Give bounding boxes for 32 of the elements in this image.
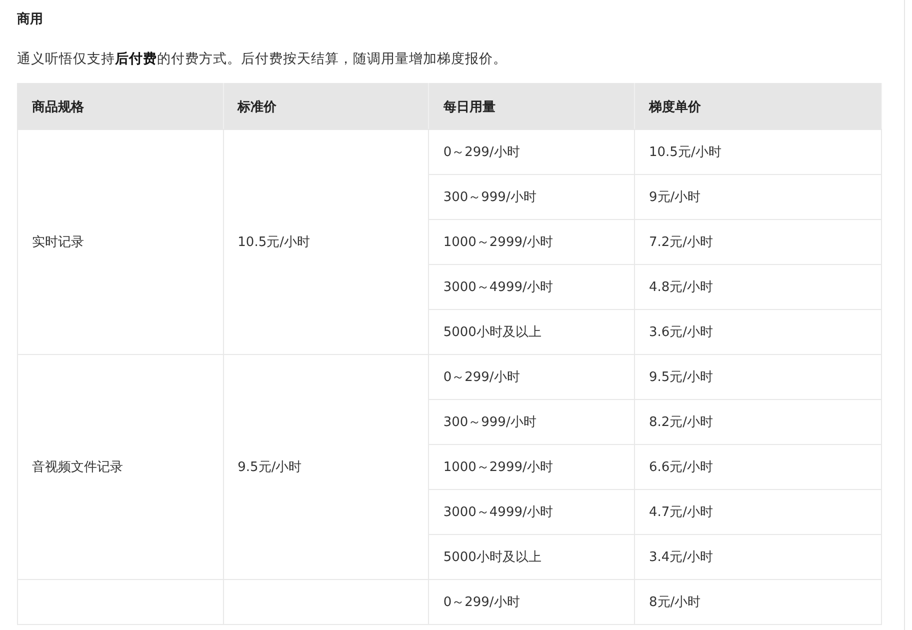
table-cell: 8.2元/小时 [634,400,882,444]
table-cell: 0～299/小时 [428,354,634,400]
table-cell: 4.7元/小时 [634,490,882,534]
table-cell: 9.5元/小时 [223,354,429,580]
table-cell: 4.8元/小时 [634,264,882,310]
table-cell: 9.5元/小时 [634,354,882,400]
table-cell: 1000～2999/小时 [428,220,634,264]
table-cell: 300～999/小时 [428,400,634,444]
table-cell: 3.6元/小时 [634,310,882,354]
table-cell: 3.4元/小时 [634,534,882,580]
table-cell: 5000小时及以上 [428,534,634,580]
table-cell: 3000～4999/小时 [428,264,634,310]
section-heading: 商用 [17,10,44,29]
table-cell: 8元/小时 [634,580,882,624]
table-cell: 10.5元/小时 [223,130,429,354]
table-cell: 9元/小时 [634,174,882,220]
table-cell: 5000小时及以上 [428,310,634,354]
table-cell: 10.5元/小时 [634,130,882,174]
table-cell: 0～299/小时 [428,580,634,624]
table-cell: 7.2元/小时 [634,220,882,264]
table-cell: 3000～4999/小时 [428,490,634,534]
column-header: 梯度单价 [634,84,882,130]
table-cell: 0～299/小时 [428,130,634,174]
column-header: 每日用量 [428,84,634,130]
table-cell: 音视频文件记录 [18,354,224,580]
column-header: 标准价 [223,84,429,130]
table-cell: 实时记录 [18,130,224,354]
intro-paragraph: 通义听悟仅支持后付费的付费方式。后付费按天结算，随调用量增加梯度报价。 [17,50,508,69]
table-cell: 6.6元/小时 [634,444,882,490]
table-cell: 300～999/小时 [428,174,634,220]
column-header: 商品规格 [18,84,224,130]
table-cell: 1000～2999/小时 [428,444,634,490]
